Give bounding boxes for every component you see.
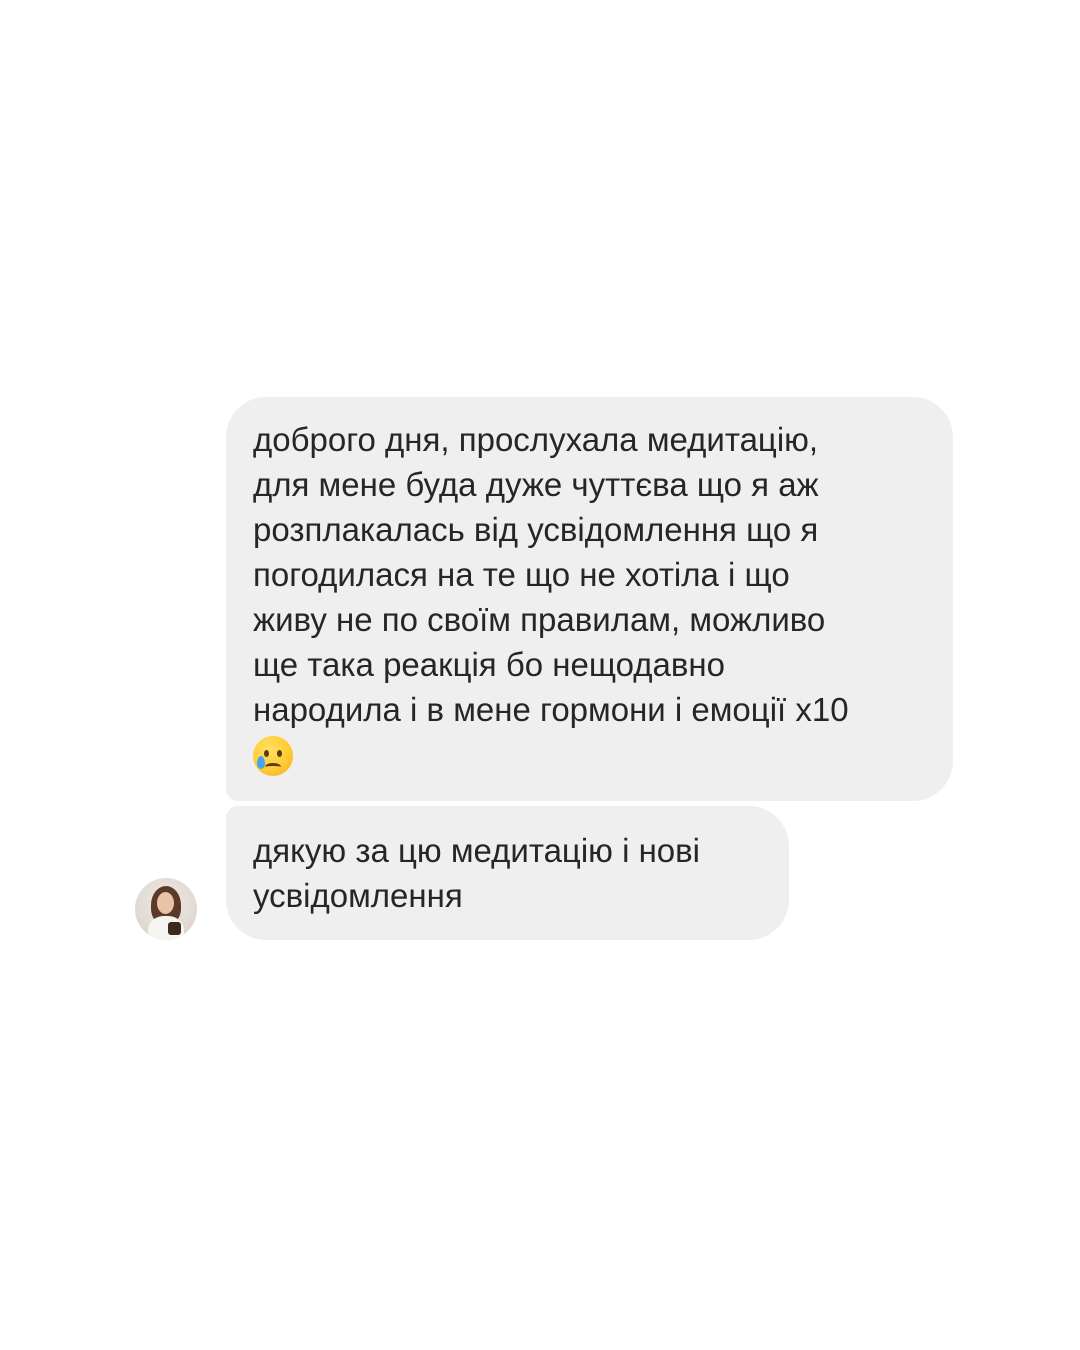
message-2-line-1: дякую за цю медитацію і нові (253, 832, 701, 869)
message-1-line-6: ще така реакція бо нещодавно (253, 646, 725, 683)
message-bubble-2[interactable]: дякую за цю медитацію і нові усвідомленн… (226, 806, 789, 940)
message-1-line-3: розплакалась від усвідомлення що я (253, 511, 819, 548)
message-1-line-1: доброго дня, прослухала медитацію, (253, 421, 819, 458)
message-1-line-2: для мене буда дуже чуттєва що я аж (253, 466, 819, 503)
message-1-line-4: погодилася на те що не хотіла і що (253, 556, 790, 593)
crying-face-icon (253, 736, 293, 776)
message-bubble-1[interactable]: доброго дня, прослухала медитацію, для м… (226, 397, 953, 801)
message-1-line-5: живу не по своїм правилам, можливо (253, 601, 826, 638)
message-1-line-7: народила і в мене гормони і емоції х10 (253, 691, 849, 728)
sender-avatar[interactable] (135, 878, 197, 940)
message-2-line-2: усвідомлення (253, 877, 463, 914)
